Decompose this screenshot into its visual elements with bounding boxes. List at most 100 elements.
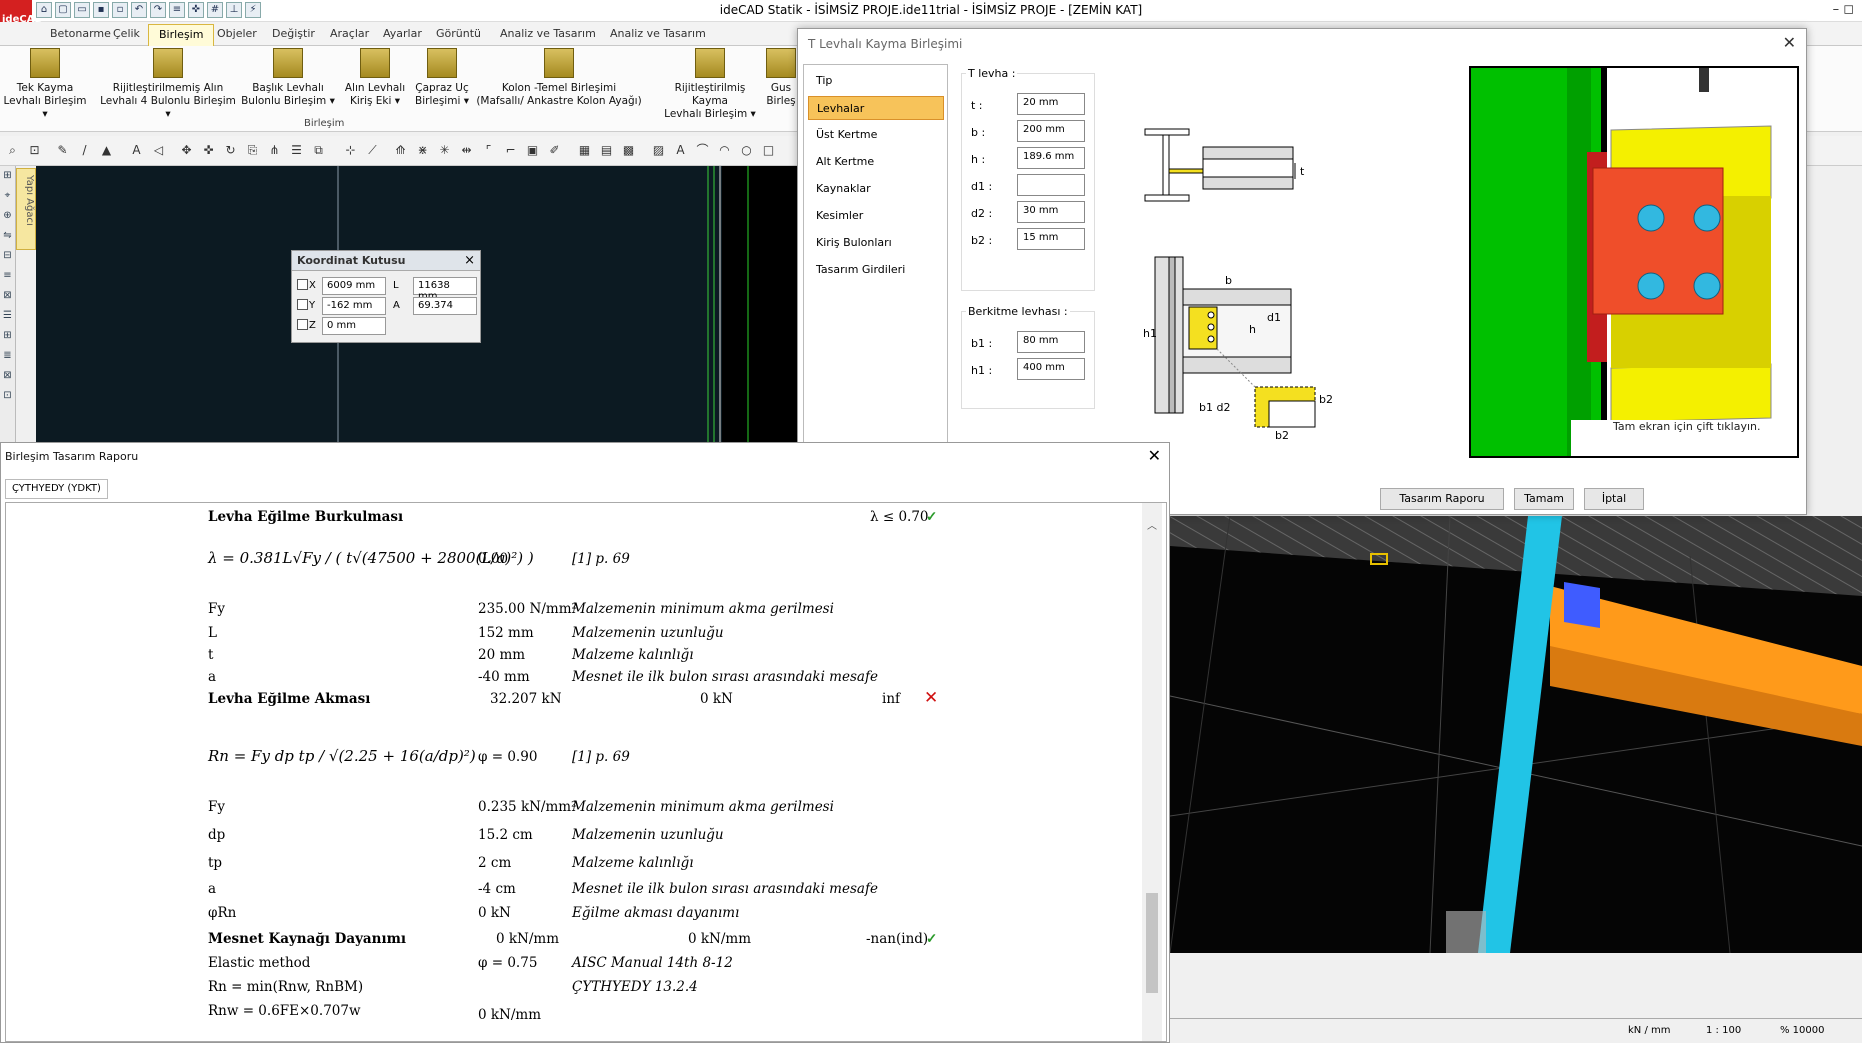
stiffened-shear-plate-button[interactable]: Rijitleştirilmiş Kayma Levhalı Birleşim … bbox=[656, 48, 764, 121]
text-icon[interactable]: A bbox=[128, 142, 145, 159]
report-tab[interactable]: ÇYTHYEDY (YDKT) bbox=[5, 479, 108, 499]
extend-icon[interactable]: ⟋ bbox=[364, 142, 381, 159]
close-icon[interactable]: ✕ bbox=[1783, 33, 1796, 52]
mirror-icon[interactable]: ⋔ bbox=[266, 142, 283, 159]
design-report-button[interactable]: Tasarım Raporu bbox=[1380, 488, 1504, 510]
b2-input[interactable]: 15 mm bbox=[1017, 228, 1085, 250]
variable: t bbox=[208, 647, 214, 663]
units-indicator[interactable]: kN / mm bbox=[1628, 1025, 1670, 1036]
text-a-icon[interactable]: A bbox=[672, 142, 689, 159]
move-icon[interactable]: ✥ bbox=[178, 142, 195, 159]
layers-icon[interactable]: ⧉ bbox=[310, 142, 327, 159]
3d-model-view[interactable] bbox=[1170, 516, 1862, 953]
zoom-icon[interactable]: ⌕ bbox=[4, 142, 21, 159]
copy-icon[interactable]: ⎘ bbox=[244, 142, 261, 159]
chevron-up-icon[interactable]: ︿ bbox=[1142, 503, 1162, 532]
tab-analiz-tasarim[interactable]: Analiz ve Tasarım bbox=[490, 24, 606, 46]
nav-kiris-bulonlari[interactable]: Kiriş Bulonları bbox=[808, 231, 944, 255]
nav-kaynaklar[interactable]: Kaynaklar bbox=[808, 177, 944, 201]
x-field[interactable]: 6009 mm bbox=[322, 277, 386, 295]
t-input[interactable]: 20 mm bbox=[1017, 93, 1085, 115]
tab-goruntu[interactable]: Görüntü bbox=[426, 24, 491, 46]
connection-3d-preview[interactable]: Tam ekran için çift tıklayın. bbox=[1469, 66, 1799, 458]
nav-kesimler[interactable]: Kesimler bbox=[808, 204, 944, 228]
explode-icon[interactable]: ✳ bbox=[436, 142, 453, 159]
align-icon[interactable]: ☰ bbox=[288, 142, 305, 159]
ok-button[interactable]: Tamam bbox=[1514, 488, 1574, 510]
end-plate-icon bbox=[153, 48, 183, 78]
cancel-button[interactable]: İptal bbox=[1584, 488, 1644, 510]
tab-objeler[interactable]: Objeler bbox=[207, 24, 267, 46]
arc-icon[interactable]: ◠ bbox=[716, 142, 733, 159]
d2-input[interactable]: 30 mm bbox=[1017, 201, 1085, 223]
h1-input[interactable]: 400 mm bbox=[1017, 358, 1085, 380]
tab-birlesim[interactable]: Birleşim bbox=[148, 24, 215, 46]
tab-analiz-tasarim-2[interactable]: Analiz ve Tasarım bbox=[600, 24, 716, 46]
tab-degistir[interactable]: Değiştir bbox=[262, 24, 325, 46]
brush-icon[interactable]: ✐ bbox=[546, 142, 563, 159]
h-input[interactable]: 189.6 mm bbox=[1017, 147, 1085, 169]
fillet-icon[interactable]: ⌜ bbox=[480, 142, 497, 159]
pencil-icon[interactable]: ✎ bbox=[54, 142, 71, 159]
nav-ust-kertme[interactable]: Üst Kertme bbox=[808, 123, 944, 147]
z-field[interactable]: 0 mm bbox=[322, 317, 386, 335]
nav-levhalar[interactable]: Levhalar bbox=[808, 96, 944, 120]
tab-celik[interactable]: Çelik bbox=[103, 24, 150, 46]
title-bar: ideCAD ⌂ ▢ ▭ ▪ ▫ ↶ ↷ ≡ ✜ # ⊥ ⚡ ideCAD St… bbox=[0, 0, 1862, 44]
image-icon[interactable]: ▨ bbox=[650, 142, 667, 159]
pen-icon[interactable]: / bbox=[76, 142, 93, 159]
nav-tip[interactable]: Tip bbox=[808, 69, 944, 93]
sketch-label-b2: b2 bbox=[1275, 429, 1289, 439]
offset-icon[interactable]: ⟰ bbox=[392, 142, 409, 159]
close-icon[interactable]: × bbox=[464, 253, 475, 268]
unstiffened-end-plate-button[interactable]: Rijitleştirilmemiş Alın Levhalı 4 Bulonl… bbox=[98, 48, 238, 121]
y-field[interactable]: -162 mm bbox=[322, 297, 386, 315]
matrix-icon[interactable]: ▤ bbox=[598, 142, 615, 159]
b1-input[interactable]: 80 mm bbox=[1017, 331, 1085, 353]
zoom-extents-icon[interactable]: ⊡ bbox=[26, 142, 43, 159]
structure-tree-tab[interactable]: Yapı Ağacı bbox=[16, 168, 36, 250]
gusset-button[interactable]: Gus Birleş bbox=[766, 48, 796, 108]
report-scrollbar[interactable]: ︿ bbox=[1142, 503, 1162, 1041]
scroll-thumb[interactable] bbox=[1146, 893, 1158, 993]
rectangle-icon[interactable]: □ bbox=[760, 142, 777, 159]
close-icon[interactable]: ✕ bbox=[1148, 446, 1161, 465]
array-icon[interactable]: ⋇ bbox=[414, 142, 431, 159]
y-lock-checkbox[interactable] bbox=[297, 299, 308, 310]
tab-ayarlar[interactable]: Ayarlar bbox=[373, 24, 432, 46]
single-shear-plate-button[interactable]: Tek Kayma Levhalı Birleşim ▾ bbox=[2, 48, 88, 121]
nav-alt-kertme[interactable]: Alt Kertme bbox=[808, 150, 944, 174]
marker-icon[interactable]: ▲ bbox=[98, 142, 115, 159]
polyline-icon[interactable]: ⌒ bbox=[694, 142, 711, 159]
rotate-icon[interactable]: ↻ bbox=[222, 142, 239, 159]
column-base-button[interactable]: Kolon -Temel Birleşimi (Mafsallı/ Ankast… bbox=[474, 48, 644, 108]
block-icon[interactable]: ▣ bbox=[524, 142, 541, 159]
length-field[interactable]: 11638 mm bbox=[413, 277, 477, 302]
table-icon[interactable]: ▦ bbox=[576, 142, 593, 159]
pan-icon[interactable]: ✜ bbox=[200, 142, 217, 159]
zoom-indicator[interactable]: % 10000 bbox=[1780, 1025, 1825, 1036]
x-lock-checkbox[interactable] bbox=[297, 279, 308, 290]
chamfer-icon[interactable]: ⌐ bbox=[502, 142, 519, 159]
shear-plate-icon bbox=[30, 48, 60, 78]
select-icon[interactable]: ◁ bbox=[150, 142, 167, 159]
trim-icon[interactable]: ⊹ bbox=[342, 142, 359, 159]
d1-input[interactable] bbox=[1017, 174, 1085, 196]
scale-indicator[interactable]: 1 : 100 bbox=[1706, 1025, 1741, 1036]
window-controls[interactable]: – ◻ bbox=[1833, 2, 1854, 17]
nav-tasarim-girdileri[interactable]: Tasarım Girdileri bbox=[808, 258, 944, 282]
hatch-icon[interactable]: ▩ bbox=[620, 142, 637, 159]
side-tools-icon[interactable]: ⊞ ⌖ ⊕ ⇋ ⊟ ≡ ⊠ ☰ ⊞ ≣ ⊠ ⊡ bbox=[0, 166, 15, 406]
z-lock-checkbox[interactable] bbox=[297, 319, 308, 330]
brace-end-button[interactable]: Çapraz Uç Birleşimi ▾ bbox=[412, 48, 472, 108]
circle-icon[interactable]: ○ bbox=[738, 142, 755, 159]
tab-araclar[interactable]: Araçlar bbox=[320, 24, 379, 46]
end-plate-splice-button[interactable]: Alın Levhalı Kiriş Eki ▾ bbox=[340, 48, 410, 108]
flange-plate-icon bbox=[273, 48, 303, 78]
button-label: Rijitleştirilmemiş Alın bbox=[112, 82, 224, 94]
flange-plate-button[interactable]: Başlık Levhalı Bulonlu Birleşim ▾ bbox=[238, 48, 338, 108]
b-input[interactable]: 200 mm bbox=[1017, 120, 1085, 142]
button-label: Levhalı Birleşim ▾ bbox=[664, 108, 756, 120]
angle-field[interactable]: 69.374 bbox=[413, 297, 477, 315]
stretch-icon[interactable]: ⇹ bbox=[458, 142, 475, 159]
